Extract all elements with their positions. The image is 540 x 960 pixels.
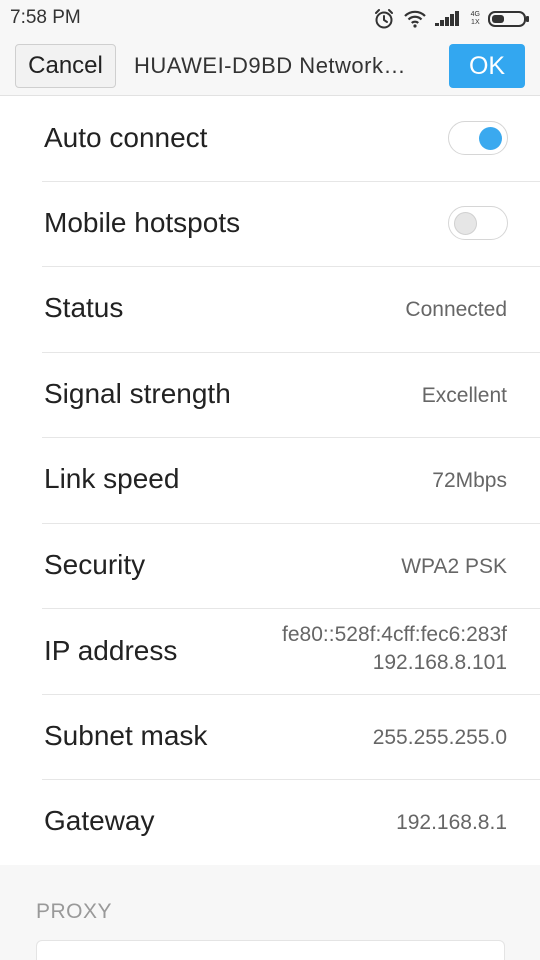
link-speed-label: Link speed [44, 463, 180, 494]
toggle-knob [479, 127, 502, 150]
link-speed-value: 72Mbps [432, 469, 507, 492]
ip-address-row: IP address fe80::528f:4cff:fec6:283f 192… [0, 608, 540, 694]
page-title: HUAWEI-D9BD Network… [134, 53, 406, 78]
cancel-button[interactable]: Cancel [15, 44, 116, 88]
status-label: Status [44, 292, 124, 323]
mobile-hotspots-toggle[interactable] [448, 206, 508, 240]
signal-strength-value: Excellent [421, 384, 507, 407]
subnet-mask-label: Subnet mask [44, 720, 208, 751]
network-type-icon: 4G 1X [470, 11, 480, 26]
subnet-mask-row: Subnet mask 255.255.255.0 [0, 694, 540, 779]
ip-address-label: IP address [44, 635, 178, 666]
alarm-icon [373, 8, 395, 30]
wifi-icon [403, 9, 427, 29]
mobile-hotspots-label: Mobile hotspots [44, 207, 241, 238]
security-row: Security WPA2 PSK [0, 523, 540, 608]
ok-button[interactable]: OK [449, 44, 525, 88]
status-time: 7:58 PM [10, 7, 81, 28]
battery-icon [488, 10, 530, 28]
link-speed-row: Link speed 72Mbps [0, 437, 540, 523]
gateway-row: Gateway 192.168.8.1 [0, 779, 540, 865]
status-value: Connected [405, 298, 507, 321]
auto-connect-row[interactable]: Auto connect [0, 96, 540, 181]
proxy-settings-card[interactable] [36, 940, 505, 960]
signal-icon [434, 10, 463, 28]
proxy-section-header: PROXY [36, 900, 113, 923]
ip-address-value: fe80::528f:4cff:fec6:283f 192.168.8.101 [282, 621, 507, 677]
security-label: Security [44, 549, 146, 580]
network-details-list: Auto connect Mobile hotspots Status Conn… [0, 96, 540, 865]
status-icons: 4G 1X [373, 8, 530, 30]
title-bar: Cancel HUAWEI-D9BD Network… OK [0, 36, 540, 96]
signal-strength-row: Signal strength Excellent [0, 352, 540, 437]
status-row: Status Connected [0, 266, 540, 352]
signal-strength-label: Signal strength [44, 378, 231, 409]
auto-connect-toggle[interactable] [448, 121, 508, 155]
subnet-mask-value: 255.255.255.0 [372, 726, 507, 749]
toggle-knob [454, 212, 477, 235]
mobile-hotspots-row[interactable]: Mobile hotspots [0, 181, 540, 266]
auto-connect-label: Auto connect [44, 122, 208, 153]
status-bar: 7:58 PM 4G 1X [0, 0, 540, 36]
ipv6-address: fe80::528f:4cff:fec6:283f [282, 623, 507, 646]
ipv4-address: 192.168.8.101 [372, 651, 507, 674]
gateway-label: Gateway [44, 805, 155, 836]
security-value: WPA2 PSK [401, 555, 507, 578]
gateway-value: 192.168.8.1 [396, 811, 507, 834]
